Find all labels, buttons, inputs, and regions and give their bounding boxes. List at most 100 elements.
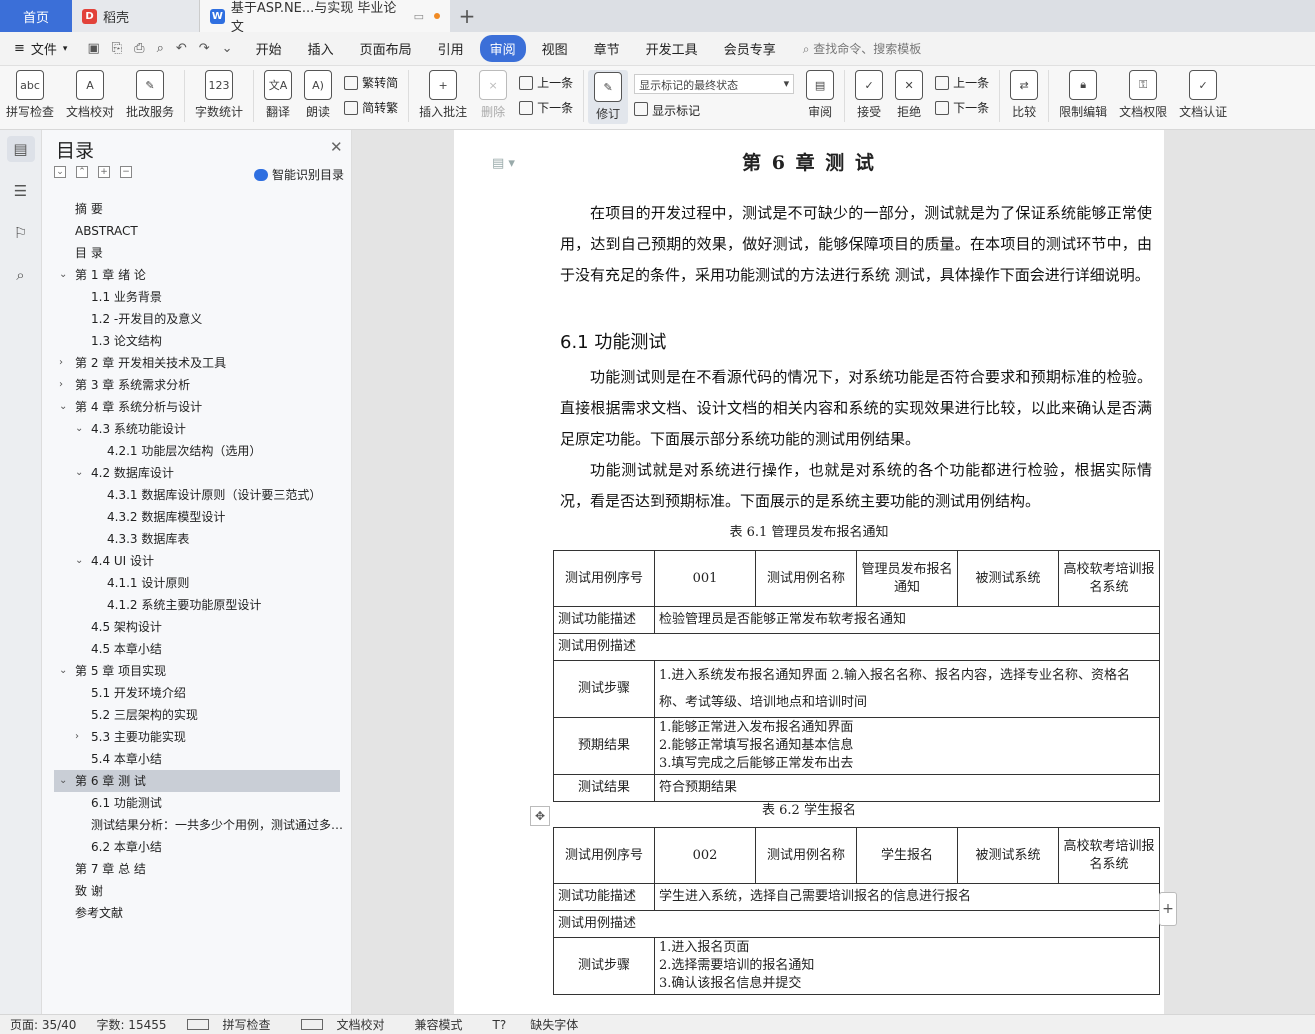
word-count[interactable]: 字数: 15455 — [86, 1016, 176, 1033]
page-indicator[interactable]: 页面: 35/40 — [0, 1016, 86, 1033]
toc-item[interactable]: 4.5 本章小结 — [42, 638, 352, 660]
prev-comment-button[interactable]: 上一条 — [519, 74, 573, 91]
tab-home[interactable]: 首页 — [0, 0, 72, 32]
toc-item[interactable]: › 5.3 主要功能实现 — [42, 726, 352, 748]
translate-button[interactable]: 文A 翻译 — [258, 70, 298, 120]
toc-item[interactable]: 5.4 本章小结 — [42, 748, 352, 770]
batch-service-button[interactable]: ✎ 批改服务 — [120, 70, 180, 120]
review-pane-button[interactable]: ▤ 审阅 — [800, 70, 840, 120]
toc-item[interactable]: ⌄ 4.3 系统功能设计 — [42, 418, 352, 440]
window-icon[interactable]: ▭ — [414, 10, 424, 23]
tab-document[interactable]: W 基于ASP.NE...与实现 毕业论文 ▭ — [200, 0, 450, 35]
command-search[interactable]: ⌕ 查找命令、搜索模板 — [803, 40, 922, 57]
toc-item[interactable]: 4.3.2 数据库模型设计 — [42, 506, 352, 528]
toc-item[interactable]: 4.3.1 数据库设计原则（设计要三范式） — [42, 484, 352, 506]
print-preview-icon[interactable]: ⌕ — [157, 41, 164, 56]
toc-item[interactable]: › 第 3 章 系统需求分析 — [42, 374, 352, 396]
toc-item[interactable]: ABSTRACT — [42, 220, 352, 242]
toc-item[interactable]: › 第 2 章 开发相关技术及工具 — [42, 352, 352, 374]
menu-tab-review[interactable]: 审阅 — [479, 35, 526, 62]
menu-tab-reference[interactable]: 引用 — [428, 35, 474, 62]
save-icon[interactable]: ▣ — [87, 41, 99, 56]
chevron-right-icon[interactable]: › — [75, 726, 79, 748]
toc-item[interactable]: 5.1 开发环境介绍 — [42, 682, 352, 704]
search-icon[interactable]: ⌕ — [7, 262, 35, 288]
toc-item[interactable]: 4.3.3 数据库表 — [42, 528, 352, 550]
toc-item[interactable]: 6.1 功能测试 — [42, 792, 352, 814]
toc-item[interactable]: 1.3 论文结构 — [42, 330, 352, 352]
toc-item[interactable]: 目 录 — [42, 242, 352, 264]
compat-mode[interactable]: 兼容模式 — [405, 1016, 473, 1033]
toc-item[interactable]: 4.1.1 设计原则 — [42, 572, 352, 594]
status-spell-check[interactable]: 拼写检查 — [177, 1016, 291, 1033]
new-tab-plus-icon[interactable]: + — [450, 0, 484, 32]
trad-to-simp-button[interactable]: 繁转简 — [344, 74, 398, 91]
toc-nav-icon[interactable]: ▤ — [6, 136, 35, 162]
undo-icon[interactable]: ↶ — [176, 41, 187, 56]
tab-docer[interactable]: D 稻壳 — [72, 0, 200, 32]
chevron-down-icon[interactable]: ⌄ — [59, 396, 67, 418]
export-icon[interactable]: ⎘ — [112, 41, 122, 56]
chevron-down-icon[interactable]: ⌄ — [59, 770, 67, 792]
chevron-down-icon[interactable]: ⌄ — [59, 264, 67, 286]
toc-item[interactable]: ⌄ 4.2 数据库设计 — [42, 462, 352, 484]
redo-icon[interactable]: ↷ — [199, 41, 210, 56]
toc-item[interactable]: 5.2 三层架构的实现 — [42, 704, 352, 726]
add-item-icon[interactable]: + — [98, 166, 110, 178]
read-aloud-button[interactable]: A) 朗读 — [298, 70, 338, 120]
menu-tab-developer[interactable]: 开发工具 — [636, 35, 708, 62]
toc-item[interactable]: 1.2 -开发目的及意义 — [42, 308, 352, 330]
status-doc-proof[interactable]: 文档校对 — [291, 1016, 405, 1033]
file-menu[interactable]: ≡ 文件 ▾ — [0, 39, 77, 58]
next-change-button[interactable]: 下一条 — [935, 99, 989, 116]
restrict-edit-button[interactable]: 🔒︎ 限制编辑 — [1053, 70, 1113, 120]
toc-item[interactable]: 第 7 章 总 结 — [42, 858, 352, 880]
table-add-column-icon[interactable]: + — [1159, 892, 1177, 926]
reject-button[interactable]: ✕ 拒绝 — [889, 70, 929, 120]
document-page[interactable]: ▤ ▾ 第 6 章 测 试 在项目的开发过程中，测试是不可缺少的一部分，测试就是… — [454, 130, 1164, 1014]
show-markup-button[interactable]: 显示标记 — [634, 102, 794, 119]
toc-item[interactable]: ⌄ 第 6 章 测 试 — [54, 770, 340, 792]
remove-item-icon[interactable]: − — [120, 166, 132, 178]
menu-tab-layout[interactable]: 页面布局 — [350, 35, 422, 62]
menu-tab-view[interactable]: 视图 — [532, 35, 578, 62]
chevron-right-icon[interactable]: › — [59, 374, 63, 396]
compare-button[interactable]: ⇄ 比较 — [1004, 70, 1044, 120]
more-chevron-icon[interactable]: ⌄ — [222, 41, 233, 56]
toc-item[interactable]: ⌄ 第 1 章 绪 论 — [42, 264, 352, 286]
chevron-down-icon[interactable]: ⌄ — [75, 550, 83, 572]
menu-tab-member[interactable]: 会员专享 — [714, 35, 786, 62]
prev-change-button[interactable]: 上一条 — [935, 74, 989, 91]
word-count-button[interactable]: 123 字数统计 — [189, 70, 249, 120]
menu-tab-section[interactable]: 章节 — [584, 35, 630, 62]
simp-to-trad-button[interactable]: 简转繁 — [344, 99, 398, 116]
toc-item[interactable]: 4.1.2 系统主要功能原型设计 — [42, 594, 352, 616]
expand-all-icon[interactable]: ⌃ — [76, 166, 88, 178]
toc-item[interactable]: 6.2 本章小结 — [42, 836, 352, 858]
smart-toc-button[interactable]: 智能识别目录 — [254, 166, 344, 183]
menu-tab-insert[interactable]: 插入 — [298, 35, 344, 62]
toc-item[interactable]: 参考文献 — [42, 902, 352, 924]
next-comment-button[interactable]: 下一条 — [519, 99, 573, 116]
print-icon[interactable]: ⎙ — [134, 41, 144, 56]
doc-proof-button[interactable]: A 文档校对 — [60, 70, 120, 120]
doc-permission-button[interactable]: ⚿ 文档权限 — [1113, 70, 1173, 120]
chevron-down-icon[interactable]: ⌄ — [75, 462, 83, 484]
markup-state-select[interactable]: 显示标记的最终状态 ▾ — [634, 74, 795, 94]
toc-item[interactable]: ⌄ 第 5 章 项目实现 — [42, 660, 352, 682]
missing-font[interactable]: T? 缺失字体 — [473, 1016, 599, 1033]
delete-comment-button[interactable]: × 删除 — [473, 70, 513, 120]
toc-item[interactable]: 1.1 业务背景 — [42, 286, 352, 308]
chevron-down-icon[interactable]: ⌄ — [59, 660, 67, 682]
collapse-all-icon[interactable]: ⌄ — [54, 166, 66, 178]
menu-tab-start[interactable]: 开始 — [246, 35, 292, 62]
chapter-nav-icon[interactable]: ☰ — [7, 178, 35, 204]
accept-button[interactable]: ✓ 接受 — [849, 70, 889, 120]
toc-item[interactable]: ⌄ 第 4 章 系统分析与设计 — [42, 396, 352, 418]
close-icon[interactable]: ✕ — [330, 138, 343, 156]
toc-item[interactable]: 4.5 架构设计 — [42, 616, 352, 638]
toc-item[interactable]: 测试结果分析：一共多少个用例，测试通过多少个… — [42, 814, 352, 836]
track-changes-button[interactable]: ✎ 修订 — [588, 70, 629, 124]
insert-comment-button[interactable]: + 插入批注 — [413, 70, 473, 120]
spell-check-button[interactable]: abc 拼写检查 — [0, 70, 60, 120]
